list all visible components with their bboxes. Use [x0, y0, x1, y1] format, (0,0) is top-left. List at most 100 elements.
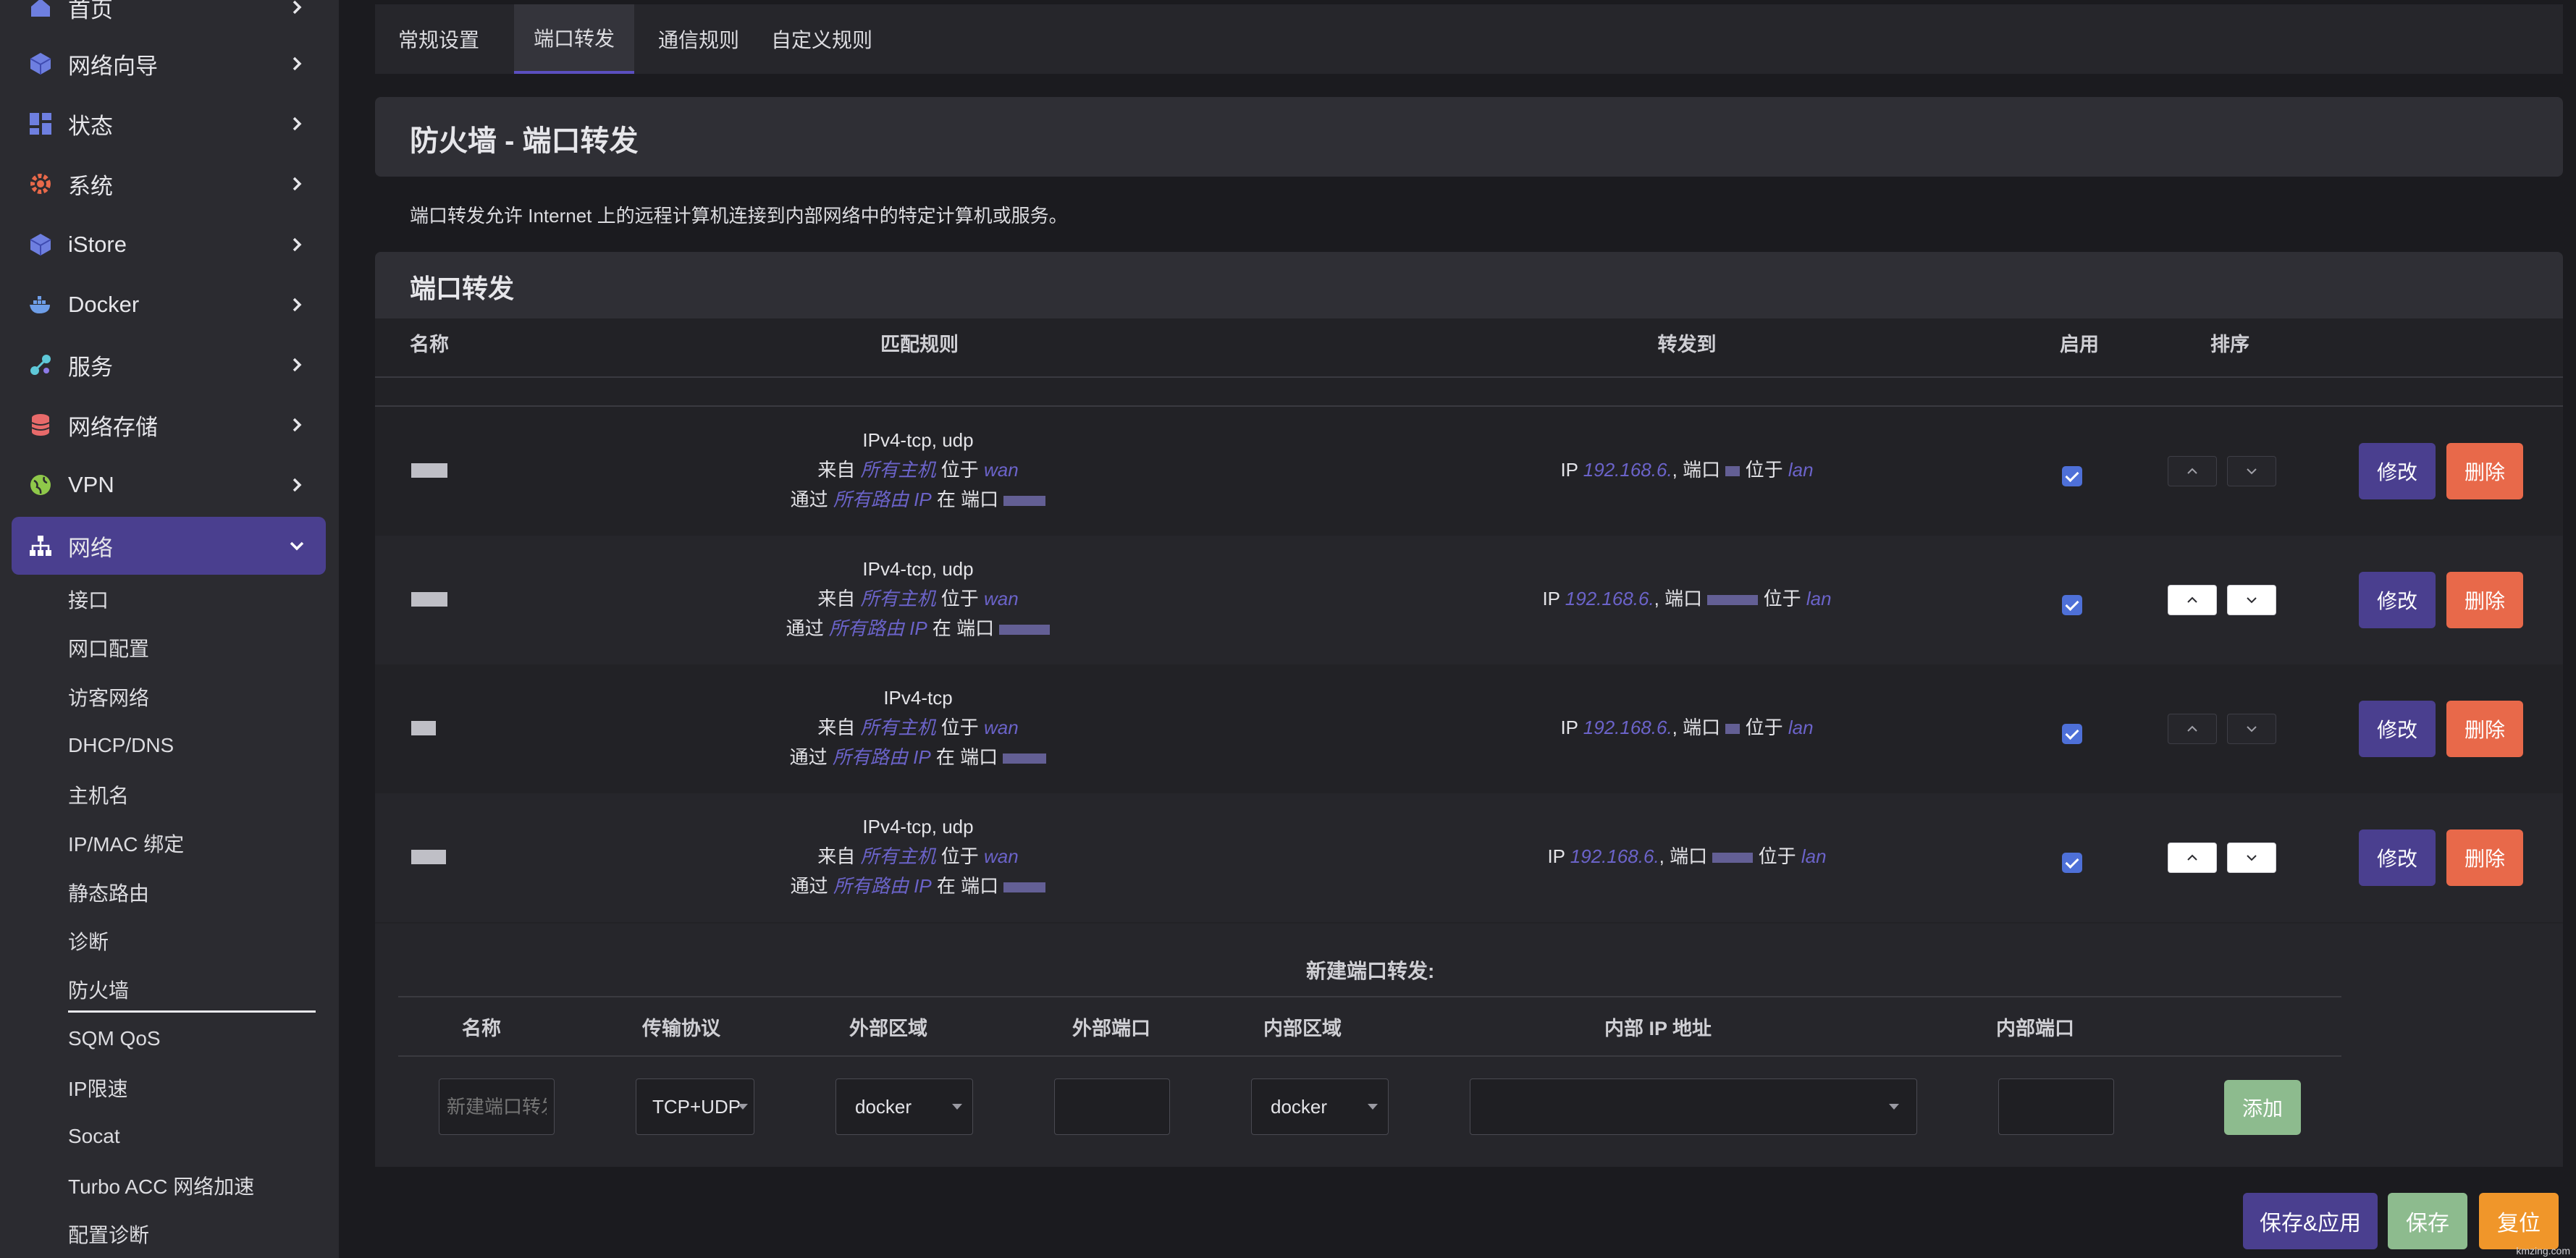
save-apply-button[interactable]: 保存&应用 [2243, 1193, 2378, 1249]
via-label: 通过 [786, 617, 824, 639]
menu-istore[interactable]: iStore [12, 216, 326, 274]
delete-button[interactable]: 删除 [2446, 701, 2523, 757]
col-header-forward: 转发到 [1657, 333, 1717, 355]
new-name-input[interactable] [439, 1078, 555, 1135]
edit-button[interactable]: 修改 [2359, 572, 2436, 628]
delete-button[interactable]: 删除 [2446, 829, 2523, 886]
via-label: 通过 [789, 746, 828, 768]
move-up-button[interactable] [2168, 585, 2217, 615]
add-button[interactable]: 添加 [2224, 1080, 2301, 1135]
submenu-hostname[interactable]: 主机名 [68, 773, 129, 816]
move-up-button[interactable] [2168, 456, 2217, 486]
submenu-ip-mac-binding[interactable]: IP/MAC 绑定 [68, 822, 184, 865]
forward-cell: IP 192.168.6., 端口 位于 lan [1542, 584, 1832, 614]
enable-checkbox[interactable] [2062, 724, 2082, 744]
forward-cell: IP 192.168.6., 端口 位于 lan [1542, 713, 1832, 743]
ext-zone-select[interactable]: docker [835, 1078, 973, 1135]
submenu-diagnostics[interactable]: 诊断 [68, 919, 109, 963]
tab-port-forwards[interactable]: 端口转发 [514, 4, 634, 74]
menu-status[interactable]: 状态 [12, 95, 326, 153]
submenu-port-config[interactable]: 网口配置 [68, 626, 149, 670]
enable-checkbox[interactable] [2062, 466, 2082, 486]
menu-network-wizard[interactable]: 网络向导 [12, 35, 326, 93]
at-label: 位于 [1745, 717, 1783, 738]
ip-label: IP [1560, 459, 1578, 481]
at-label: 位于 [1745, 459, 1783, 481]
page-description: 端口转发允许 Internet 上的远程计算机连接到内部网络中的特定计算机或服务… [410, 205, 1068, 227]
tab-general-settings[interactable]: 常规设置 [391, 4, 487, 74]
source-zone: wan [984, 588, 1019, 609]
int-ip-select[interactable] [1470, 1078, 1917, 1135]
enable-checkbox[interactable] [2062, 853, 2082, 873]
submenu-firewall[interactable]: 防火墙 [68, 968, 129, 1011]
ext-zone-value: docker [855, 1095, 912, 1118]
table-body: IPv4-tcp, udp 来自 所有主机 位于 wan 通过 所有路由 IP … [375, 407, 2563, 924]
delete-button[interactable]: 删除 [2446, 443, 2523, 499]
ip-label: IP [1547, 845, 1565, 867]
rule-name-redacted [411, 463, 447, 478]
dest-zone: lan [1788, 459, 1814, 481]
submenu-ip-rate-limit[interactable]: IP限速 [68, 1066, 127, 1110]
submenu-turbo-acc[interactable]: Turbo ACC 网络加速 [68, 1164, 254, 1207]
chevron-down-icon [2247, 468, 2257, 475]
int-port-input[interactable] [1998, 1078, 2114, 1135]
protocol-select[interactable]: TCP+UDP [636, 1078, 754, 1135]
tab-custom-rules[interactable]: 自定义规则 [767, 4, 876, 74]
active-submenu-indicator [68, 1010, 316, 1013]
move-down-button[interactable] [2227, 456, 2276, 486]
ip-label: IP [1542, 588, 1560, 609]
submenu-dhcp-dns[interactable]: DHCP/DNS [68, 724, 174, 767]
via-ip: 所有路由 IP [828, 617, 927, 639]
move-up-button[interactable] [2168, 714, 2217, 744]
chevron-down-icon [2247, 726, 2257, 733]
menu-system[interactable]: 系统 [12, 155, 326, 213]
int-zone-select[interactable]: docker [1251, 1078, 1389, 1135]
ext-port-input[interactable] [1054, 1078, 1170, 1135]
menu-home[interactable]: 首页 [12, 0, 326, 36]
new-col-int-port: 内部端口 [1996, 1017, 2074, 1039]
tab-traffic-rules[interactable]: 通信规则 [652, 4, 746, 74]
menu-docker[interactable]: Docker [12, 276, 326, 334]
menu-network[interactable]: 网络 [12, 517, 326, 575]
reset-button[interactable]: 复位 [2479, 1193, 2559, 1249]
move-up-button[interactable] [2168, 843, 2217, 873]
chevron-right-icon [292, 297, 302, 312]
move-down-button[interactable] [2227, 585, 2276, 615]
redacted-port [1003, 496, 1046, 507]
submenu-guest-network[interactable]: 访客网络 [68, 675, 149, 719]
chevron-down-icon [2247, 855, 2257, 861]
chevron-right-icon [292, 478, 302, 492]
menu-vpn[interactable]: VPN [12, 456, 326, 514]
edit-button[interactable]: 修改 [2359, 443, 2436, 499]
source-zone: wan [984, 717, 1019, 738]
submenu-static-routes[interactable]: 静态路由 [68, 871, 149, 914]
match-rule-cell: IPv4-tcp, udp 来自 所有主机 位于 wan 通过 所有路由 IP … [737, 426, 1099, 515]
forward-port-label: , 端口 [1654, 588, 1703, 609]
edit-button[interactable]: 修改 [2359, 701, 2436, 757]
chevron-right-icon [292, 0, 302, 14]
delete-button[interactable]: 删除 [2446, 572, 2523, 628]
submenu-interfaces[interactable]: 接口 [68, 578, 109, 621]
submenu-config-diagnosis[interactable]: 配置诊断 [68, 1212, 149, 1256]
move-down-button[interactable] [2227, 843, 2276, 873]
submenu-socat[interactable]: Socat [68, 1115, 120, 1158]
save-button[interactable]: 保存 [2388, 1193, 2467, 1249]
new-col-int-zone: 内部区域 [1263, 1017, 1342, 1039]
move-down-button[interactable] [2227, 714, 2276, 744]
match-protocol: IPv4-tcp, udp [862, 816, 974, 837]
from-label: 来自 [817, 717, 856, 738]
int-zone-value: docker [1271, 1095, 1328, 1118]
forward-ip: 192.168.6. [1565, 588, 1654, 609]
col-header-sort: 排序 [2210, 333, 2249, 355]
rule-name-redacted [411, 721, 436, 735]
menu-services[interactable]: 服务 [12, 336, 326, 394]
edit-button[interactable]: 修改 [2359, 829, 2436, 886]
new-forward-header: 名称 传输协议 外部区域 外部端口 内部区域 内部 IP 地址 内部端口 [398, 996, 2341, 1057]
tab-bar: 常规设置 端口转发 通信规则 自定义规则 [375, 4, 2563, 74]
forward-ip: 192.168.6. [1583, 717, 1672, 738]
submenu-sqm-qos[interactable]: SQM QoS [68, 1017, 161, 1060]
menu-network-storage[interactable]: 网络存储 [12, 396, 326, 454]
services-icon [28, 352, 54, 378]
gear-icon [28, 171, 54, 197]
enable-checkbox[interactable] [2062, 595, 2082, 615]
